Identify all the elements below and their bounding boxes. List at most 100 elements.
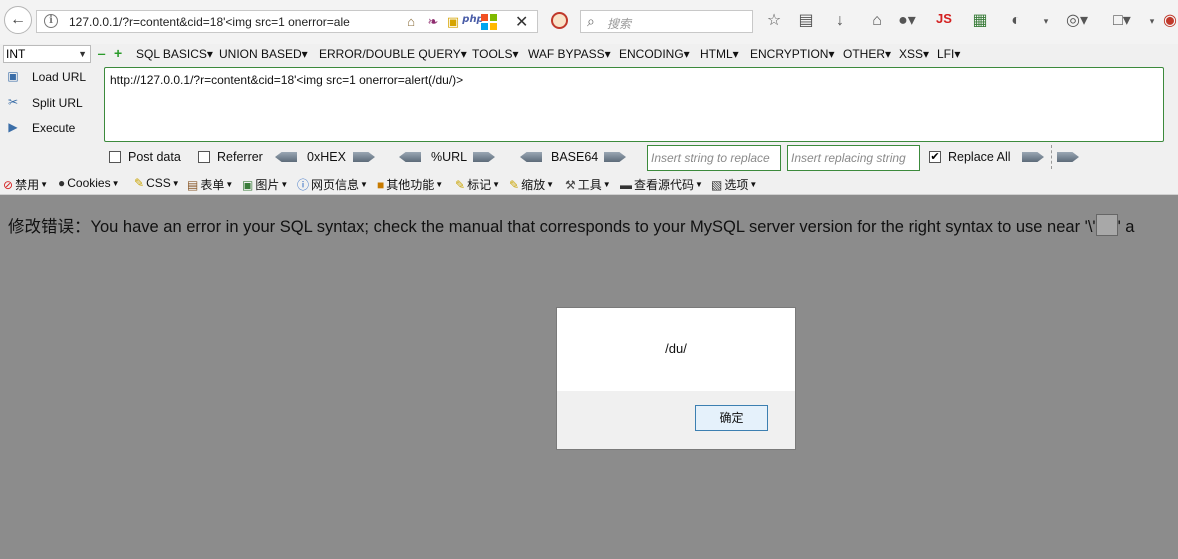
outline-menu[interactable]: ✎ 标记 ▼ xyxy=(455,176,500,193)
menu-encoding[interactable]: ENCODING▾ xyxy=(619,47,690,61)
chevron-down-icon: ▼ xyxy=(546,180,554,189)
minus-icon[interactable]: ‒ xyxy=(98,46,105,61)
plus-icon[interactable]: + xyxy=(114,45,122,61)
js-icon[interactable]: JS xyxy=(934,11,954,31)
menu-lfi[interactable]: LFI▾ xyxy=(937,47,960,61)
menu-union-based[interactable]: UNION BASED▾ xyxy=(219,47,308,61)
resize-menu[interactable]: ✎ 缩放 ▼ xyxy=(509,176,554,193)
chevron-down-icon: ▼ xyxy=(225,180,234,189)
alert-message-area: /du/ xyxy=(557,308,795,391)
download-icon[interactable]: ↓ xyxy=(830,11,850,31)
chevron-down-icon[interactable]: ▾ xyxy=(1036,11,1056,31)
reading-list-icon[interactable]: ▤ xyxy=(796,11,816,31)
base64-label: BASE64 xyxy=(551,150,599,164)
palette-icon[interactable]: ◐ xyxy=(1006,11,1026,31)
pencil-icon: ✎ xyxy=(134,176,145,190)
addon-icon[interactable]: ◉ xyxy=(1160,11,1178,31)
translate-icon[interactable]: ▦ xyxy=(970,11,990,31)
url-encoding-label: %URL xyxy=(431,150,468,164)
base64-encode-arrow-icon[interactable] xyxy=(604,152,626,162)
referrer-checkbox[interactable] xyxy=(198,151,210,163)
ok-button[interactable]: 确定 xyxy=(695,405,768,431)
pencil-icon: ✎ xyxy=(455,177,466,192)
divider xyxy=(1051,145,1052,169)
home-icon[interactable]: ⌂ xyxy=(403,14,419,30)
info-icon[interactable]: i xyxy=(44,14,58,28)
cookies-menu[interactable]: ● Cookies ▼ xyxy=(58,176,120,190)
menu-xss[interactable]: XSS▾ xyxy=(899,47,929,61)
load-url-label: Load URL xyxy=(32,70,87,84)
images-menu[interactable]: ▣ 图片 ▼ xyxy=(242,176,288,193)
base64-decode-arrow-icon[interactable] xyxy=(520,152,542,162)
menu-html[interactable]: HTML▾ xyxy=(700,47,739,61)
hex-decode-arrow-icon[interactable] xyxy=(275,152,297,162)
menu-other[interactable]: OTHER▾ xyxy=(843,47,891,61)
address-bar[interactable]: i 127.0.0.1/?r=content&cid=18'<img src=1… xyxy=(36,10,538,33)
chevron-down-icon: ▼ xyxy=(435,180,444,189)
replace-back-arrow-icon[interactable] xyxy=(1057,152,1079,162)
home-button-icon[interactable]: ⌂ xyxy=(867,11,887,31)
disable-menu[interactable]: ⊘ 禁用 ▼ xyxy=(3,176,48,193)
execute-button[interactable]: ▶ Execute xyxy=(4,120,75,136)
referrer-label: Referrer xyxy=(217,150,263,164)
images-label: 图片 xyxy=(255,178,280,192)
chevron-down-icon: ▼ xyxy=(695,180,703,189)
noscript-icon[interactable] xyxy=(551,12,568,29)
close-icon[interactable]: ✕ xyxy=(515,12,528,32)
post-data-checkbox[interactable] xyxy=(109,151,121,163)
view-source-menu[interactable]: ▬ 查看源代码 ▼ xyxy=(620,176,703,193)
execute-label: Execute xyxy=(32,121,76,135)
layers-icon[interactable]: ◎▾ xyxy=(1066,11,1088,31)
url-decode-arrow-icon[interactable] xyxy=(399,152,421,162)
load-url-icon: ▣ xyxy=(7,69,19,83)
disable-label: 禁用 xyxy=(15,178,40,192)
url-textarea[interactable]: http://127.0.0.1/?r=content&cid=18'<img … xyxy=(104,67,1164,142)
browser-toolbar: ← i 127.0.0.1/?r=content&cid=18'<img src… xyxy=(0,0,1178,44)
alert-dialog: /du/ 确定 xyxy=(556,307,796,450)
menu-error-double-query[interactable]: ERROR/DOUBLE QUERY▾ xyxy=(319,47,467,61)
menu-waf-bypass[interactable]: WAF BYPASS▾ xyxy=(528,47,611,61)
feather-icon[interactable]: ❧ xyxy=(425,14,441,30)
replacing-input[interactable]: Insert replacing string xyxy=(787,145,920,171)
chevron-down-icon: ▼ xyxy=(360,180,368,189)
type-select-value: INT xyxy=(6,47,26,61)
tools-label: 工具 xyxy=(577,178,602,192)
page-copy-icon[interactable]: □▾ xyxy=(1112,11,1132,31)
options-menu[interactable]: ▧ 选项 ▼ xyxy=(711,176,757,193)
clipboard-icon: ▤ xyxy=(187,177,199,192)
type-select[interactable]: INT ▼ xyxy=(3,45,91,63)
replace-all-checkbox[interactable]: ✔ xyxy=(929,151,941,163)
split-url-button[interactable]: ✂ Split URL xyxy=(4,95,83,111)
search-icon: ⌕ xyxy=(587,13,595,29)
replace-all-label: Replace All xyxy=(948,150,1011,164)
menu-sql-basics[interactable]: SQL BASICS▾ xyxy=(136,47,213,61)
replace-arrow-icon[interactable] xyxy=(1022,152,1044,162)
tools-menu[interactable]: ⚒ 工具 ▼ xyxy=(565,176,611,193)
page-info-menu[interactable]: ⓘ 网页信息 ▼ xyxy=(297,176,368,193)
bookmark-star-icon[interactable]: ☆ xyxy=(764,11,784,31)
chevron-down-icon[interactable]: ▾ xyxy=(1142,11,1162,31)
address-url[interactable]: 127.0.0.1/?r=content&cid=18'<img src=1 o… xyxy=(69,15,385,29)
search-placeholder[interactable]: 搜索 xyxy=(607,15,631,32)
split-url-label: Split URL xyxy=(32,96,83,110)
misc-label: 其他功能 xyxy=(386,178,435,192)
url-encode-arrow-icon[interactable] xyxy=(473,152,495,162)
forms-menu[interactable]: ▤ 表单 ▼ xyxy=(187,176,233,193)
forms-label: 表单 xyxy=(200,178,225,192)
replace-input[interactable]: Insert string to replace xyxy=(647,145,781,171)
globe-icon[interactable]: ●▾ xyxy=(897,11,917,31)
search-bar[interactable]: ⌕ 搜索 xyxy=(580,10,753,33)
windows-icon[interactable] xyxy=(481,14,497,30)
back-arrow-icon[interactable]: ← xyxy=(4,6,32,34)
chevron-down-icon: ▼ xyxy=(40,180,48,189)
box-icon: ■ xyxy=(377,177,385,192)
menu-encryption[interactable]: ENCRYPTION▾ xyxy=(750,47,834,61)
misc-menu[interactable]: ■ 其他功能 ▼ xyxy=(377,176,443,193)
hex-encode-arrow-icon[interactable] xyxy=(353,152,375,162)
load-url-button[interactable]: ▣ Load URL xyxy=(4,69,86,85)
sql-error-message: 修改错误：You have an error in your SQL synta… xyxy=(8,213,1134,237)
user-icon: ● xyxy=(58,176,66,190)
css-menu[interactable]: ✎ CSS ▼ xyxy=(134,176,180,190)
menu-tools[interactable]: TOOLS▾ xyxy=(472,47,518,61)
lock-icon[interactable]: ▣ xyxy=(445,14,461,30)
